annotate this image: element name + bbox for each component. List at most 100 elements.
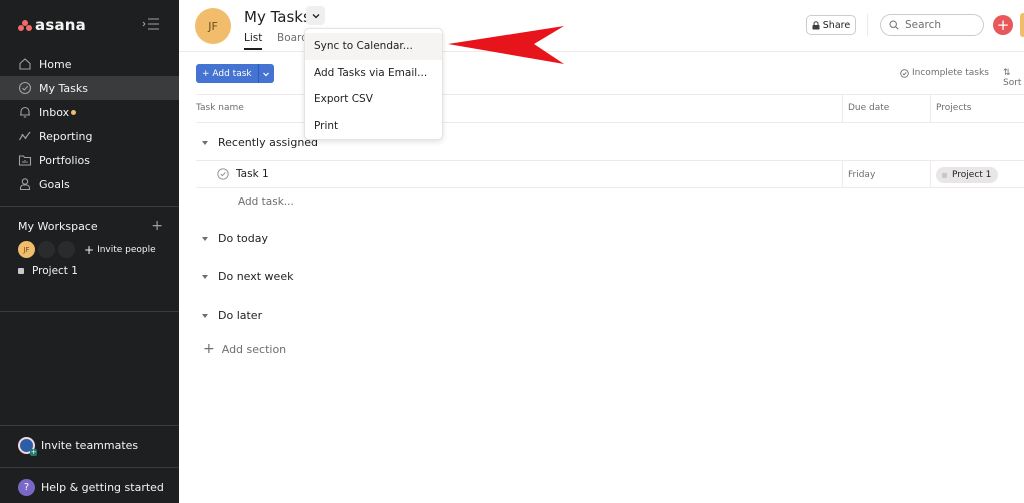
person-icon: [18, 177, 32, 191]
incomplete-tasks-filter[interactable]: Incomplete tasks: [900, 68, 989, 78]
plus-icon: +: [203, 341, 215, 357]
caret-down-icon[interactable]: [202, 140, 208, 145]
column-header-task-name[interactable]: Task name: [196, 103, 244, 113]
menu-item-print[interactable]: Print: [305, 113, 442, 140]
menu-item-add-tasks-via-email[interactable]: Add Tasks via Email...: [305, 60, 442, 87]
caret-down-icon[interactable]: [202, 313, 208, 318]
sidebar-item-inbox[interactable]: Inbox: [0, 100, 179, 124]
cell-separator: [842, 161, 843, 187]
caret-down-icon[interactable]: [202, 236, 208, 241]
asana-logo-icon: [18, 19, 32, 31]
avatar[interactable]: JF: [18, 241, 35, 258]
menu-item-export-csv[interactable]: Export CSV: [305, 86, 442, 113]
user-avatar[interactable]: JF: [195, 8, 231, 44]
sidebar-item-label: Portfolios: [39, 153, 90, 167]
invite-people-button[interactable]: + Invite people: [84, 243, 156, 257]
app-window: asana Home My Tasks Inbox Reporting Port…: [0, 0, 1024, 503]
section-name: Recently assigned: [218, 136, 319, 149]
section-header[interactable]: Recently assigned: [202, 136, 318, 149]
title-dropdown-button[interactable]: [306, 6, 325, 25]
caret-down-icon[interactable]: [202, 274, 208, 279]
brand-name: asana: [35, 16, 86, 34]
invite-teammates-label: Invite teammates: [41, 439, 139, 452]
cell-separator: [930, 161, 931, 187]
sort-button[interactable]: ⇅ Sort: [1003, 68, 1024, 88]
task-name[interactable]: Task 1: [236, 168, 269, 180]
annotation-arrow-icon: [448, 26, 564, 64]
portfolio-icon: [18, 153, 32, 167]
sidebar-divider: [0, 425, 179, 426]
sidebar-divider: [0, 467, 179, 468]
collapse-sidebar-button[interactable]: [141, 17, 161, 31]
section-name: Do later: [218, 309, 263, 322]
section-header[interactable]: Do later: [202, 309, 262, 322]
column-header-projects[interactable]: Projects: [936, 103, 971, 113]
chevron-down-icon: [263, 72, 270, 76]
page-title: My Tasks: [244, 8, 311, 26]
section-name: Do next week: [218, 270, 294, 283]
add-project-icon[interactable]: +: [151, 218, 163, 234]
sidebar-item-label: Home: [39, 57, 72, 71]
check-circle-icon: [900, 68, 909, 78]
sidebar-item-label: Inbox: [39, 105, 70, 119]
search-icon: [889, 20, 899, 30]
workspace-header[interactable]: My Workspace +: [18, 218, 163, 234]
add-task-button[interactable]: + Add task: [196, 64, 258, 83]
add-section-button[interactable]: + Add section: [203, 341, 286, 357]
invite-teammates-button[interactable]: Invite teammates: [18, 437, 139, 456]
chart-line-icon: [18, 129, 32, 143]
profile-button[interactable]: [1020, 13, 1024, 37]
project-color-icon: [18, 268, 24, 274]
sidebar-divider: [0, 206, 179, 207]
sidebar-item-home[interactable]: Home: [0, 52, 179, 76]
add-task-inline[interactable]: Add task...: [238, 196, 294, 208]
plus-icon: +: [996, 16, 1010, 34]
table-row[interactable]: Task 1: [217, 168, 269, 180]
sidebar-project-item[interactable]: Project 1: [18, 265, 163, 277]
column-header-due-date[interactable]: Due date: [848, 103, 889, 113]
header-separator: [867, 14, 868, 36]
project-label: Project 1: [32, 265, 78, 277]
chevron-down-icon: [312, 13, 319, 18]
task-project-pill[interactable]: Project 1: [936, 167, 999, 183]
sidebar-item-label: Reporting: [39, 129, 93, 143]
share-button[interactable]: Share: [806, 15, 856, 35]
section-header[interactable]: Do next week: [202, 270, 293, 283]
filter-label: Incomplete tasks: [912, 68, 989, 78]
sidebar-divider: [0, 311, 179, 312]
add-task-dropdown-button[interactable]: [257, 64, 274, 83]
tab-list[interactable]: List: [244, 32, 263, 50]
search-placeholder: Search: [905, 19, 942, 31]
help-label: Help & getting started: [41, 481, 164, 494]
help-icon: ?: [18, 479, 35, 496]
sidebar-item-label: My Tasks: [39, 81, 88, 95]
workspace-section: My Workspace + JF + Invite people Projec…: [18, 218, 163, 277]
menu-item-sync-to-calendar[interactable]: Sync to Calendar...: [305, 33, 442, 60]
column-separator[interactable]: [842, 95, 843, 122]
bell-icon: [18, 105, 32, 119]
collapse-menu-icon: [142, 18, 159, 30]
table-divider: [196, 187, 1024, 188]
avatar-placeholder: [38, 241, 55, 258]
add-section-label: Add section: [221, 342, 287, 356]
share-label: Share: [822, 19, 851, 31]
section-name: Do today: [218, 232, 268, 245]
avatar-placeholder: [58, 241, 75, 258]
sidebar-item-goals[interactable]: Goals: [0, 172, 179, 196]
section-header[interactable]: Do today: [202, 232, 268, 245]
sidebar-item-my-tasks[interactable]: My Tasks: [0, 76, 179, 100]
sidebar-item-reporting[interactable]: Reporting: [0, 124, 179, 148]
sidebar-item-portfolios[interactable]: Portfolios: [0, 148, 179, 172]
search-input[interactable]: Search: [880, 14, 984, 36]
invite-teammates-icon: [18, 437, 37, 456]
help-button[interactable]: ? Help & getting started: [18, 479, 164, 496]
sort-icon: ⇅: [1003, 68, 1011, 78]
title-dropdown-menu: Sync to Calendar... Add Tasks via Email.…: [304, 28, 443, 140]
column-separator[interactable]: [930, 95, 931, 122]
workspace-title: My Workspace: [18, 219, 98, 233]
create-button[interactable]: +: [993, 15, 1013, 35]
complete-task-checkbox[interactable]: [217, 168, 229, 180]
add-task-split-button: + Add task: [196, 64, 274, 83]
asana-logo[interactable]: asana: [18, 16, 86, 34]
task-due-date[interactable]: Friday: [848, 170, 875, 180]
